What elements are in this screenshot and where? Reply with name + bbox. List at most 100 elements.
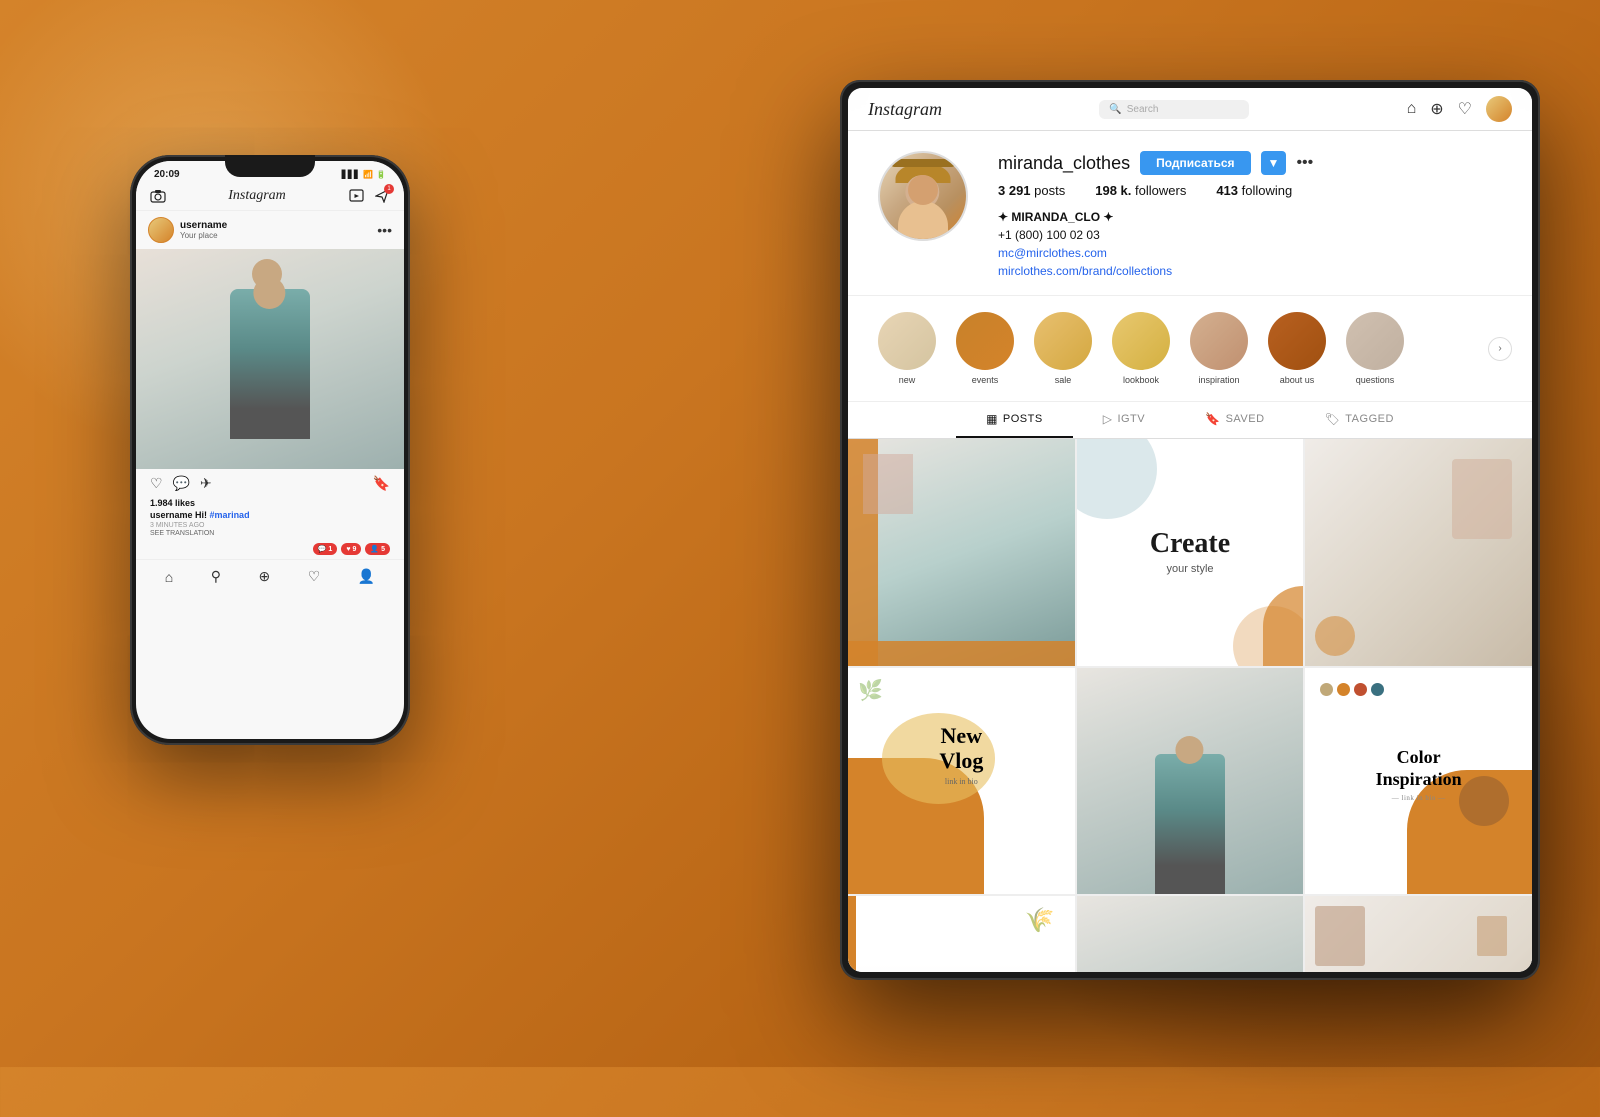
- ig-tabs: ▦ POSTS ▷ IGTV 🔖 SAVED 🏷 TAGGED: [848, 402, 1532, 439]
- heart-icon[interactable]: ♡: [1458, 99, 1472, 119]
- profile-avatar-wrap: [878, 151, 968, 280]
- like-notif: ♥ 9: [341, 543, 361, 555]
- posts-tab-icon: ▦: [986, 412, 998, 426]
- story-events[interactable]: events: [956, 312, 1014, 385]
- more-options-icon[interactable]: •••: [1296, 154, 1313, 172]
- story-sale[interactable]: sale: [1034, 312, 1092, 385]
- ig-profile: miranda_clothes Подписаться ▼ ••• 3 291 …: [848, 131, 1532, 296]
- grid-item-1[interactable]: [848, 439, 1075, 666]
- tab-tagged[interactable]: 🏷 TAGGED: [1295, 402, 1424, 438]
- save-icon[interactable]: 🔖: [373, 475, 390, 492]
- ig-logo: Instagram: [868, 99, 942, 120]
- nav-heart-icon[interactable]: ♡: [308, 568, 321, 585]
- follow-button[interactable]: Подписаться: [1140, 151, 1250, 175]
- explore-icon[interactable]: ⊕: [1430, 99, 1443, 119]
- camera-icon[interactable]: [150, 188, 166, 204]
- story-label-questions: questions: [1356, 375, 1395, 385]
- more-icon[interactable]: •••: [377, 222, 392, 238]
- post-action-left: ♡ 💬 ✈: [150, 475, 212, 492]
- story-label-events: events: [972, 375, 999, 385]
- bio-email[interactable]: mc@mirclothes.com: [998, 244, 1502, 262]
- comment-notif-icon: 💬: [318, 545, 327, 553]
- see-translation[interactable]: SEE TRANSLATION: [136, 530, 404, 541]
- tab-saved[interactable]: 🔖 SAVED: [1175, 402, 1294, 438]
- grid-item-2[interactable]: Create your style: [1077, 439, 1304, 666]
- story-label-about: about us: [1280, 375, 1315, 385]
- profile-stats: 3 291 posts 198 k. followers 413 followi…: [998, 183, 1502, 198]
- follow-notif-count: 5: [381, 546, 385, 553]
- color-inspiration-heading: ColorInspiration: [1305, 747, 1532, 790]
- grid-item-3[interactable]: [1305, 439, 1532, 666]
- phone-ig-header: Instagram 1: [136, 182, 404, 211]
- story-new[interactable]: new: [878, 312, 936, 385]
- phone-screen: 20:09 ▋▋▋ 📶 🔋 Instagram: [136, 161, 404, 739]
- bio-name: ✦ MIRANDA_CLO ✦: [998, 208, 1502, 226]
- story-about[interactable]: about us: [1268, 312, 1326, 385]
- comment-icon[interactable]: 💬: [173, 475, 190, 492]
- like-icon[interactable]: ♡: [150, 475, 163, 492]
- grid-item-4[interactable]: 🌿 NewVlog link in bio: [848, 668, 1075, 895]
- tab-posts[interactable]: ▦ POSTS: [956, 402, 1073, 438]
- story-circle-about: [1268, 312, 1326, 370]
- story-lookbook[interactable]: lookbook: [1112, 312, 1170, 385]
- phone-status-icons: ▋▋▋ 📶 🔋: [342, 170, 386, 179]
- tablet-device: Instagram 🔍 Search ⌂ ⊕ ♡: [840, 80, 1540, 980]
- phone-ig-icons: 1: [348, 188, 390, 204]
- wifi-icon: 📶: [363, 170, 373, 179]
- story-questions[interactable]: questions: [1346, 312, 1404, 385]
- comment-notif: 💬 1: [313, 543, 338, 555]
- saved-tab-icon: 🔖: [1205, 412, 1220, 426]
- phone-notch: [225, 155, 315, 177]
- profile-username: miranda_clothes: [998, 153, 1130, 174]
- grid-item-5[interactable]: [1077, 668, 1304, 895]
- bio-website[interactable]: mirclothes.com/brand/collections: [998, 262, 1502, 280]
- story-circle-inspiration: [1190, 312, 1248, 370]
- profile-info: miranda_clothes Подписаться ▼ ••• 3 291 …: [998, 151, 1502, 280]
- ig-topbar: Instagram 🔍 Search ⌂ ⊕ ♡: [848, 88, 1532, 131]
- grid-item-7[interactable]: 🌾 Shop: [848, 896, 1075, 972]
- tab-tagged-label: TAGGED: [1345, 413, 1394, 425]
- post-avatar[interactable]: [148, 217, 174, 243]
- phone-post-image: [136, 249, 404, 469]
- home-icon[interactable]: ⌂: [1407, 100, 1417, 118]
- nav-add-icon[interactable]: ⊕: [258, 568, 270, 585]
- story-inspiration[interactable]: inspiration: [1190, 312, 1248, 385]
- like-notif-icon: ♥: [346, 546, 350, 553]
- post-caption: username Hi! #marinad: [136, 510, 404, 522]
- followers-stat[interactable]: 198 k. followers: [1095, 183, 1186, 198]
- nav-profile-icon[interactable]: 👤: [358, 568, 375, 585]
- nav-search-icon[interactable]: ⚲: [211, 568, 221, 585]
- story-label-sale: sale: [1055, 375, 1072, 385]
- color-inspiration-link: — link in bio —: [1305, 794, 1532, 802]
- posts-stat[interactable]: 3 291 posts: [998, 183, 1065, 198]
- signal-icon: ▋▋▋: [342, 170, 360, 179]
- following-stat[interactable]: 413 following: [1216, 183, 1292, 198]
- post-likes: 1.984 likes: [136, 498, 404, 510]
- stories-next-button[interactable]: ›: [1488, 337, 1512, 361]
- post-location: Your place: [180, 231, 227, 240]
- post-user-info: username Your place: [148, 217, 227, 243]
- follow-notif: 👤 5: [365, 543, 390, 555]
- tab-igtv[interactable]: ▷ IGTV: [1073, 402, 1175, 438]
- posts-count: 3 291: [998, 183, 1031, 198]
- profile-bio: ✦ MIRANDA_CLO ✦ +1 (800) 100 02 03 mc@mi…: [998, 208, 1502, 280]
- followers-label: followers: [1135, 183, 1186, 198]
- phone-post-header: username Your place •••: [136, 211, 404, 249]
- igtv-icon[interactable]: [348, 188, 364, 204]
- ig-search-bar[interactable]: 🔍 Search: [1099, 100, 1249, 119]
- tagged-tab-icon: 🏷: [1325, 412, 1341, 426]
- caption-hashtag: #marinad: [210, 510, 250, 520]
- grid-item-9[interactable]: [1305, 896, 1532, 972]
- grid-item-8[interactable]: [1077, 896, 1304, 972]
- profile-avatar-top[interactable]: [1486, 96, 1512, 122]
- nav-home-icon[interactable]: ⌂: [165, 569, 173, 585]
- story-circle-new: [878, 312, 936, 370]
- follow-dropdown[interactable]: ▼: [1261, 151, 1287, 175]
- ig-stories: new events sale lookbook inspiration abo…: [848, 296, 1532, 402]
- grid-item-6[interactable]: ColorInspiration — link in bio —: [1305, 668, 1532, 895]
- notification-bubbles: 💬 1 ♥ 9 👤 5: [136, 541, 404, 559]
- story-label-inspiration: inspiration: [1198, 375, 1239, 385]
- share-icon[interactable]: ✈: [200, 475, 212, 492]
- story-circle-sale: [1034, 312, 1092, 370]
- send-icon[interactable]: 1: [374, 188, 390, 204]
